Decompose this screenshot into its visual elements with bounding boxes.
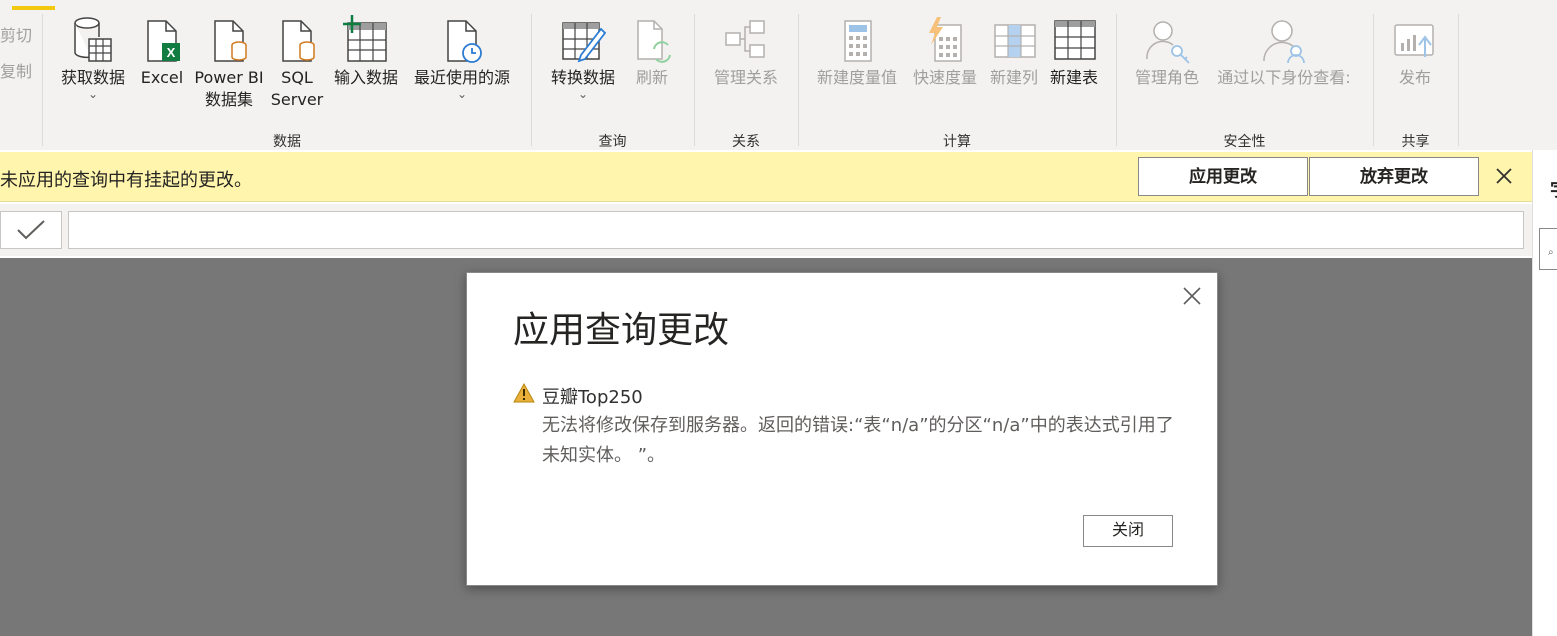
chevron-down-icon: ⌄ — [577, 87, 589, 101]
excel-label: Excel — [140, 68, 184, 87]
get-data-button[interactable]: 获取数据 ⌄ — [56, 14, 130, 100]
chevron-down-icon: ⌄ — [87, 87, 99, 101]
formula-input[interactable] — [68, 211, 1524, 249]
checkmark-icon — [17, 220, 45, 240]
manage-roles-label: 管理角色 — [1134, 68, 1199, 87]
discard-changes-button[interactable]: 放弃更改 — [1309, 157, 1479, 196]
refresh-button[interactable]: 刷新 — [630, 14, 674, 90]
recent-sources-icon — [438, 14, 486, 66]
error-message: 无法将修改保存到服务器。返回的错误:“表“n/a”的分区“n/a”中的表达式引用… — [542, 415, 1174, 466]
apply-query-changes-dialog: 应用查询更改 豆瓣Top250 无法将修改保存到服务器。返回的错误:“表“n/a… — [466, 272, 1218, 586]
new-column-button[interactable]: 新建列 — [985, 14, 1043, 90]
fields-search-input[interactable]: ⌕ — [1539, 228, 1557, 270]
svg-text:X: X — [167, 45, 176, 60]
group-separator — [1458, 14, 1459, 146]
copy-button[interactable]: 复制 — [0, 58, 32, 82]
publish-label: 发布 — [1398, 68, 1431, 87]
powerbi-label-line2: 数据集 — [204, 90, 253, 109]
new-table-label: 新建表 — [1049, 68, 1098, 87]
new-table-icon — [1050, 14, 1098, 66]
relationships-icon — [722, 14, 770, 66]
calculator-icon — [833, 14, 881, 66]
new-column-icon — [990, 14, 1038, 66]
manage-relations-label: 管理关系 — [713, 68, 778, 87]
chevron-down-icon: ⌄ — [456, 87, 468, 101]
new-measure-button[interactable]: 新建度量值 — [810, 14, 904, 90]
group-label-query: 查询 — [598, 134, 627, 150]
excel-button[interactable]: X Excel — [140, 14, 184, 90]
active-tab-indicator — [12, 6, 55, 10]
new-column-label: 新建列 — [989, 68, 1038, 87]
cut-button[interactable]: 剪切 — [0, 22, 32, 46]
recent-sources-button[interactable]: 最近使用的源 ⌄ — [407, 14, 517, 100]
query-source-name: 豆瓣Top250 — [542, 387, 643, 408]
group-label-relations: 关系 — [732, 134, 760, 150]
group-label-security: 安全性 — [1223, 134, 1266, 150]
new-table-button[interactable]: 新建表 — [1045, 14, 1103, 90]
view-as-icon — [1260, 14, 1308, 66]
ribbon: 剪切 复制 获取数据 ⌄ X Excel Power BI 数据集 SQL Se… — [0, 0, 1557, 150]
warning-icon — [513, 382, 535, 403]
view-as-button[interactable]: 通过以下身份查看: — [1208, 14, 1360, 90]
close-icon[interactable] — [1494, 166, 1514, 186]
enter-data-icon — [342, 12, 390, 64]
group-separator — [1373, 14, 1374, 146]
enter-data-button[interactable]: 输入数据 — [328, 12, 404, 90]
commit-check-button[interactable] — [0, 211, 62, 249]
quick-measure-icon — [921, 14, 969, 66]
pending-changes-bar: 未应用的查询中有挂起的更改。 应用更改 放弃更改 — [0, 152, 1532, 202]
view-as-label: 通过以下身份查看: — [1217, 68, 1351, 87]
dialog-close-button[interactable]: 关闭 — [1083, 515, 1173, 547]
sql-server-button[interactable]: SQL Server — [270, 14, 324, 112]
publish-icon — [1391, 14, 1439, 66]
fields-pane-title: 字 — [1550, 176, 1557, 202]
transform-data-button[interactable]: 转换数据 ⌄ — [546, 14, 620, 100]
search-icon: ⌕ — [1548, 247, 1554, 258]
sql-label-line1: SQL — [281, 68, 313, 87]
refresh-icon — [628, 14, 676, 66]
powerbi-label-line1: Power BI — [194, 68, 264, 87]
transform-data-icon — [559, 14, 607, 66]
sql-label-line2: Server — [270, 90, 324, 109]
enter-data-label: 输入数据 — [333, 68, 398, 87]
group-separator — [1116, 14, 1117, 146]
group-separator — [798, 14, 799, 146]
fields-pane: 字 ⌕ — [1532, 150, 1557, 636]
refresh-label: 刷新 — [635, 68, 668, 87]
apply-changes-button[interactable]: 应用更改 — [1138, 157, 1308, 196]
quick-measure-button[interactable]: 快速度量 — [907, 14, 983, 90]
database-table-icon — [69, 14, 117, 66]
close-icon[interactable] — [1181, 285, 1203, 307]
group-label-share: 共享 — [1401, 134, 1430, 150]
dialog-title: 应用查询更改 — [513, 310, 730, 351]
group-separator — [694, 14, 695, 146]
manage-relations-button[interactable]: 管理关系 — [706, 14, 786, 90]
new-measure-label: 新建度量值 — [816, 68, 897, 87]
quick-measure-label: 快速度量 — [912, 68, 977, 87]
excel-icon: X — [138, 14, 186, 66]
powerbi-dataset-button[interactable]: Power BI 数据集 — [193, 14, 265, 112]
group-label-calc: 计算 — [943, 134, 971, 150]
sql-server-icon — [273, 14, 321, 66]
group-separator — [42, 14, 43, 146]
formula-bar — [0, 204, 1532, 256]
group-separator — [531, 14, 532, 146]
publish-button[interactable]: 发布 — [1388, 14, 1442, 90]
manage-roles-button[interactable]: 管理角色 — [1129, 14, 1205, 90]
group-label-data: 数据 — [273, 134, 301, 150]
pending-changes-message: 未应用的查询中有挂起的更改。 — [0, 170, 252, 191]
dataset-icon — [205, 14, 253, 66]
user-key-icon — [1143, 14, 1191, 66]
